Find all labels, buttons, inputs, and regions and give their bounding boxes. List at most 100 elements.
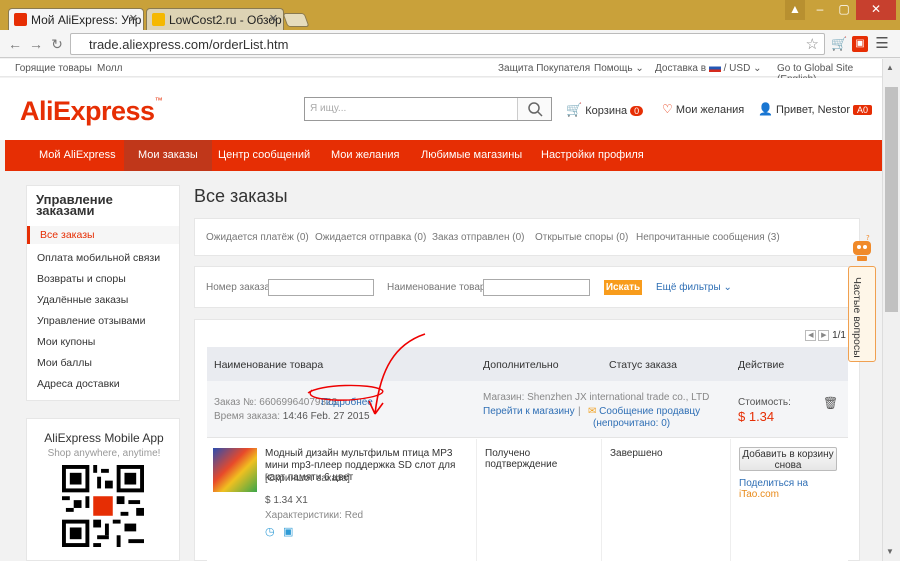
- more-filters-link[interactable]: Ещё фильтры ⌄: [656, 282, 732, 293]
- browser-tab[interactable]: LowCost2.ru - Обзор ✕: [146, 8, 284, 30]
- tab-open-disputes[interactable]: Открытые споры (0): [535, 232, 628, 243]
- share-prefix: Поделиться на: [739, 478, 809, 489]
- store-name: Shenzhen JX international trade co., LTD: [527, 392, 710, 403]
- reload-icon[interactable]: ↻: [48, 35, 66, 53]
- new-tab-button[interactable]: [282, 13, 310, 27]
- user-menu[interactable]: 👤 Привет, Nestor A0: [758, 102, 873, 116]
- user-level-badge: A0: [853, 105, 873, 115]
- tab-awaiting-payment[interactable]: Ожидается платёж (0): [206, 232, 309, 243]
- sidebar-item-coupons[interactable]: Мои купоны: [37, 336, 95, 348]
- sidebar-item-addresses[interactable]: Адреса доставки: [37, 378, 120, 390]
- nav-wishlist[interactable]: Мои желания: [317, 140, 413, 171]
- add-to-cart-again-button[interactable]: Добавить в корзину снова: [739, 447, 837, 471]
- robot-assistant-icon: ?: [853, 234, 871, 261]
- next-page-button[interactable]: ▶: [818, 330, 830, 341]
- russia-flag-icon: [708, 64, 721, 73]
- order-number-input[interactable]: [268, 279, 374, 296]
- help-menu[interactable]: Помощь ⌄: [594, 63, 644, 74]
- lowcost-favicon-icon: [152, 13, 165, 26]
- nav-profile-settings[interactable]: Настройки профиля: [527, 140, 658, 171]
- search-button[interactable]: [517, 98, 551, 120]
- extension-cart-icon[interactable]: 🛒: [831, 36, 847, 52]
- mall-link[interactable]: Молл: [97, 63, 122, 74]
- faq-label: Частые вопросы: [851, 277, 863, 358]
- nav-message-center[interactable]: Центр сообщений: [204, 140, 324, 171]
- page-viewport: Горящие товары Молл Защита Покупателя По…: [0, 59, 882, 561]
- message-seller-label: Сообщение продавцу: [599, 406, 701, 417]
- faq-widget[interactable]: ? Частые вопросы: [848, 228, 876, 363]
- sidebar-item-mobile-payment[interactable]: Оплата мобильной связи: [37, 252, 160, 264]
- browser-tabbar: Мой AliExpress: Упр ✕ LowCost2.ru - Обзо…: [0, 0, 900, 30]
- faq-tab[interactable]: Частые вопросы: [848, 266, 876, 362]
- scrollbar-thumb[interactable]: [885, 87, 898, 312]
- tab-unread-messages[interactable]: Непрочитанные сообщения (3): [636, 232, 780, 243]
- orders-table-header: Наименование товара Дополнительно Статус…: [207, 347, 848, 381]
- sidebar-item-points[interactable]: Мои баллы: [37, 357, 92, 369]
- more-filters-label: Ещё фильтры: [656, 282, 721, 293]
- product-name-input[interactable]: [483, 279, 590, 296]
- browser-tab-active[interactable]: Мой AliExpress: Упр ✕: [8, 8, 144, 30]
- cart-link[interactable]: 🛒 Корзина 0: [566, 102, 644, 118]
- search-icon: [528, 102, 543, 117]
- address-bar[interactable]: trade.aliexpress.com/orderList.htm ☆: [70, 33, 825, 55]
- scroll-up-icon[interactable]: ▲: [886, 63, 894, 72]
- aliexpress-logo[interactable]: AliExpress™: [20, 96, 163, 127]
- minimize-button[interactable]: –: [808, 0, 832, 20]
- tab-shipped[interactable]: Заказ отправлен (0): [432, 232, 524, 243]
- tab-awaiting-shipment[interactable]: Ожидается отправка (0): [315, 232, 426, 243]
- extension-aliexpress-icon[interactable]: ▣: [852, 36, 868, 52]
- attr-label: Характеристики:: [265, 510, 342, 521]
- chevron-down-icon: ⌄: [635, 63, 644, 74]
- forward-icon[interactable]: →: [27, 35, 45, 53]
- nav-favorite-stores[interactable]: Любимые магазины: [407, 140, 536, 171]
- close-tab-icon[interactable]: ✕: [129, 12, 138, 25]
- back-icon[interactable]: ←: [6, 35, 24, 53]
- mobile-app-promo: AliExpress Mobile App Shop anywhere, any…: [26, 418, 180, 561]
- nav-my-orders[interactable]: Мои заказы: [124, 140, 212, 171]
- sidebar-item-returns[interactable]: Возвраты и споры: [37, 273, 126, 285]
- search-orders-button[interactable]: Искать: [604, 280, 642, 295]
- browser-toolbar: ← → ↻ trade.aliexpress.com/orderList.htm…: [0, 30, 900, 58]
- wishlist-link[interactable]: ♡ Мои желания: [662, 102, 744, 116]
- go-to-store-link[interactable]: Перейти к магазину: [483, 406, 575, 417]
- protection-icon: ▣: [283, 526, 294, 538]
- profile-icon[interactable]: ▲: [785, 0, 805, 20]
- sidebar-item-feedback[interactable]: Управление отзывами: [37, 315, 145, 327]
- order-time-value: 14:46 Feb. 27 2015: [282, 411, 370, 422]
- sidebar-item-all-orders[interactable]: Все заказы: [27, 226, 179, 244]
- close-window-button[interactable]: ✕: [856, 0, 896, 20]
- hot-deals-link[interactable]: Горящие товары: [15, 63, 92, 74]
- product-attributes: Характеристики: Red: [265, 510, 363, 521]
- cart-count-badge: 0: [630, 106, 644, 116]
- bookmark-star-icon[interactable]: ☆: [806, 35, 819, 53]
- buyer-protection-link[interactable]: Защита Покупателя: [498, 63, 590, 74]
- trash-icon[interactable]: 🗑: [823, 396, 838, 410]
- tab-title: LowCost2.ru - Обзор: [169, 13, 282, 27]
- order-number-label: Номер заказа:: [206, 282, 273, 293]
- order-number-label: Заказ №:: [214, 397, 257, 408]
- snapshot-link[interactable]: [Скриншот заказа]: [265, 473, 350, 484]
- page-scrollbar[interactable]: ▲ ▼: [882, 59, 900, 561]
- product-thumbnail[interactable]: [213, 448, 257, 492]
- order-filters: Номер заказа: Наименование товара: Искат…: [194, 266, 860, 308]
- order-status-tabs: Ожидается платёж (0) Ожидается отправка …: [194, 218, 860, 256]
- maximize-button[interactable]: ▢: [832, 0, 856, 20]
- sidebar-title: Управление заказами: [36, 192, 113, 218]
- sidebar-item-deleted-orders[interactable]: Удалённые заказы: [37, 294, 128, 306]
- order-status-value: Завершено: [610, 448, 663, 459]
- search-box: Я ищу...: [304, 97, 552, 121]
- prev-page-button[interactable]: ◀: [805, 330, 817, 341]
- scroll-down-icon[interactable]: ▼: [886, 547, 894, 556]
- logo-text: AliExpress: [20, 96, 155, 126]
- search-input[interactable]: Я ищу...: [310, 103, 346, 114]
- mobile-app-subtitle: Shop anywhere, anytime!: [47, 448, 161, 459]
- unread-count[interactable]: (непрочитано: 0): [593, 418, 670, 429]
- ship-to-menu[interactable]: Доставка в / USD ⌄: [655, 63, 761, 74]
- share-link[interactable]: Поделиться на iTao.com: [739, 478, 848, 500]
- nav-my-aliexpress[interactable]: Мой AliExpress: [25, 140, 130, 171]
- qr-code[interactable]: [62, 465, 144, 547]
- close-tab-icon[interactable]: ✕: [269, 12, 278, 25]
- tab-title: Мой AliExpress: Упр: [31, 13, 142, 27]
- message-seller-link[interactable]: ✉ Сообщение продавцу: [588, 406, 700, 417]
- menu-icon[interactable]: ☰: [874, 36, 890, 52]
